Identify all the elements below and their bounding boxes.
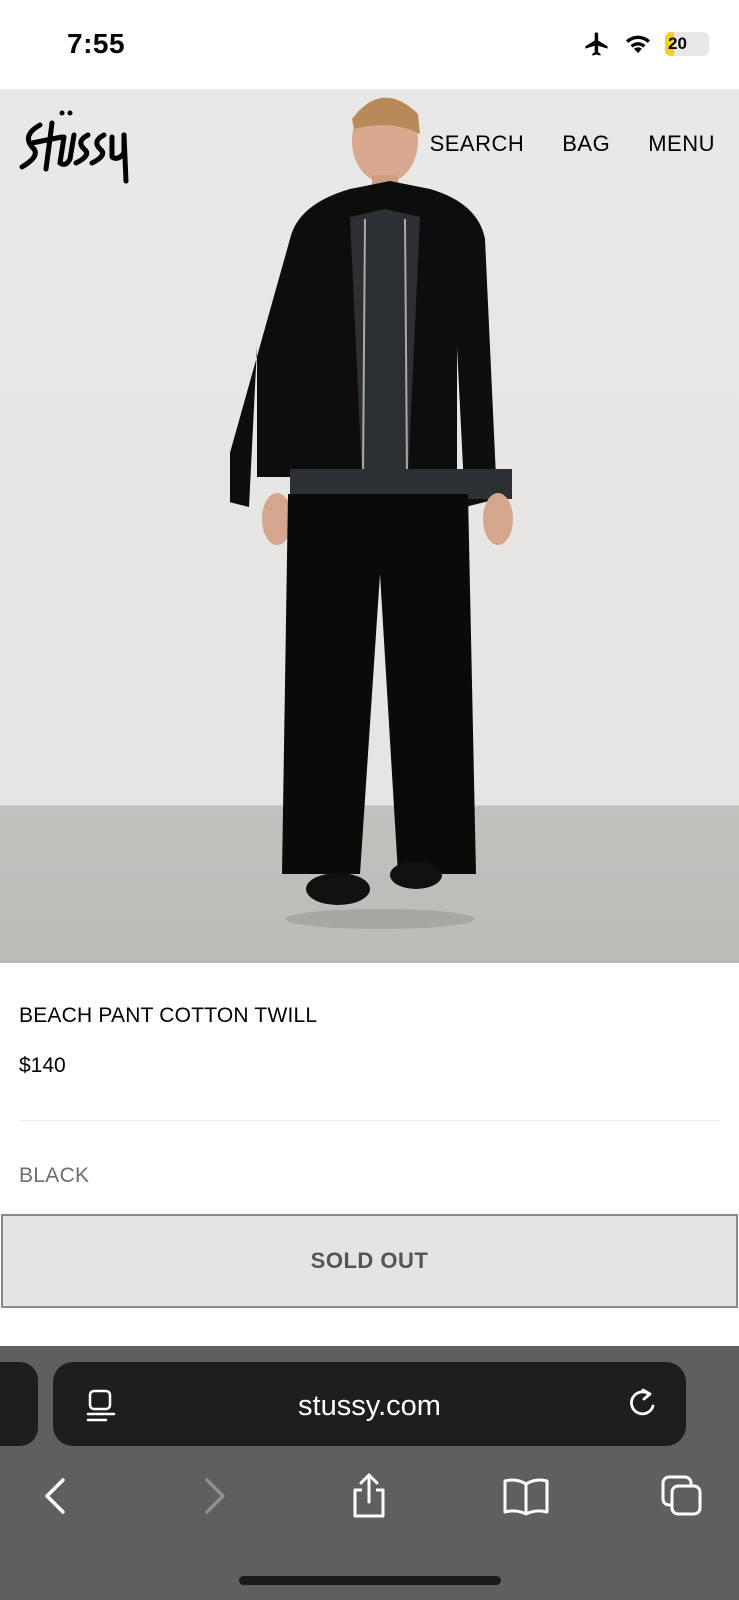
url-text[interactable]: stussy.com — [53, 1390, 686, 1423]
back-button[interactable] — [26, 1466, 86, 1526]
browser-chrome: stussy.com — [0, 1346, 739, 1600]
status-time: 7:55 — [67, 28, 126, 59]
product-price: $140 — [19, 1054, 66, 1077]
share-button[interactable] — [339, 1466, 399, 1526]
product-hero-image: SEARCH BAG MENU — [0, 89, 739, 963]
previous-tab-preview[interactable] — [0, 1362, 38, 1446]
tabs-button[interactable] — [652, 1466, 712, 1526]
home-indicator[interactable] — [239, 1576, 501, 1585]
nav-bag[interactable]: BAG — [562, 131, 610, 157]
product-title: BEACH PANT COTTON TWILL — [19, 1004, 318, 1027]
nav-search[interactable]: SEARCH — [430, 131, 525, 157]
stussy-logo[interactable] — [18, 103, 138, 187]
status-icons: 20 — [583, 30, 709, 58]
tabs-icon[interactable] — [659, 1473, 705, 1519]
battery-icon: 20 — [665, 32, 709, 56]
forward-icon[interactable] — [199, 1476, 229, 1516]
nav-menu[interactable]: MENU — [648, 131, 715, 157]
divider — [19, 1120, 720, 1121]
reload-icon[interactable] — [626, 1386, 660, 1422]
model-photo — [230, 97, 513, 929]
forward-button[interactable] — [184, 1466, 244, 1526]
bookmarks-icon[interactable] — [502, 1476, 550, 1516]
color-variant[interactable]: BLACK — [19, 1164, 89, 1188]
bookmarks-button[interactable] — [496, 1466, 556, 1526]
status-bar: 7:55 20 — [0, 0, 739, 88]
airplane-icon — [585, 32, 608, 56]
sold-out-button[interactable]: SOLD OUT — [1, 1214, 738, 1308]
back-icon[interactable] — [41, 1476, 71, 1516]
header-nav: SEARCH BAG MENU — [430, 131, 715, 157]
browser-toolbar — [0, 1466, 739, 1546]
battery-level: 20 — [668, 34, 687, 53]
wifi-icon — [626, 35, 650, 53]
address-bar[interactable]: stussy.com — [53, 1362, 686, 1446]
share-icon[interactable] — [349, 1472, 389, 1520]
